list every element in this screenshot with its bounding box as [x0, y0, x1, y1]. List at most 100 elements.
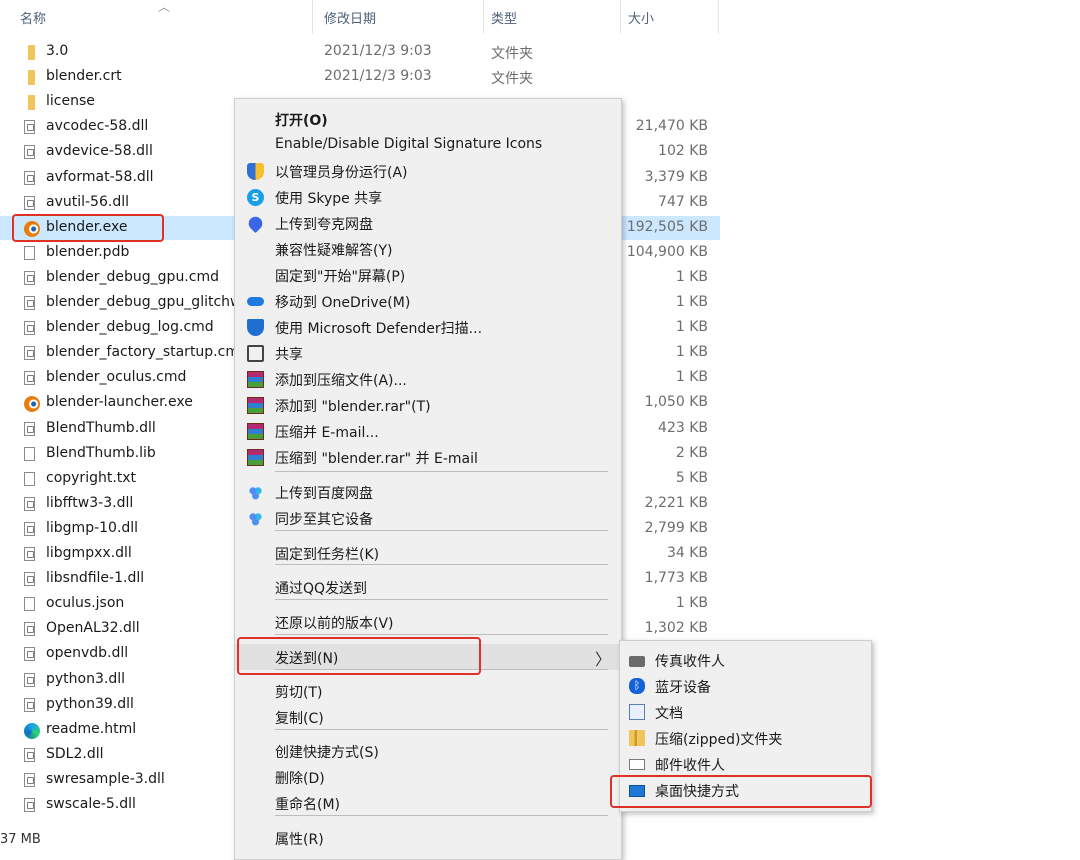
- send-to-item-0[interactable]: 传真收件人: [620, 647, 871, 673]
- uac-shield-icon: [247, 163, 264, 180]
- skype-icon: S: [247, 189, 264, 206]
- file-size: 102 KB: [658, 143, 708, 160]
- file-name: libfftw3-3.dll: [46, 494, 134, 511]
- menu-item-24[interactable]: 重命名(M): [235, 790, 621, 816]
- column-divider[interactable]: [718, 0, 719, 34]
- menu-item-label: 固定到任务栏(K): [275, 547, 380, 563]
- menu-item-25[interactable]: 属性(R): [235, 825, 621, 851]
- file-icon: [24, 446, 35, 461]
- file-size: 2,221 KB: [644, 494, 708, 511]
- menu-item-15[interactable]: 同步至其它设备: [235, 505, 621, 531]
- menu-item-11[interactable]: 添加到 "blender.rar"(T): [235, 392, 621, 418]
- cmd-file-icon: [24, 321, 35, 336]
- menu-item-label: 添加到 "blender.rar"(T): [275, 399, 431, 415]
- file-name: blender_factory_startup.cmc: [46, 344, 247, 361]
- menu-item-10[interactable]: 添加到压缩文件(A)...: [235, 366, 621, 392]
- menu-item-label: 创建快捷方式(S): [275, 745, 379, 761]
- menu-item-20[interactable]: 剪切(T): [235, 678, 621, 704]
- dll-file-icon: [24, 547, 35, 561]
- winrar-icon: [247, 423, 264, 440]
- dll-file-icon: [24, 647, 35, 662]
- dll-file-icon: [24, 622, 35, 637]
- column-header: 名称 ︿ 修改日期 类型 大小: [0, 0, 1080, 34]
- menu-item-label: 添加到压缩文件(A)...: [275, 373, 407, 389]
- menu-item-3[interactable]: S 使用 Skype 共享: [235, 184, 621, 210]
- menu-item-0[interactable]: 打开(O): [235, 106, 621, 132]
- file-size: 1 KB: [675, 319, 708, 336]
- file-date: 2021/12/3 9:03: [324, 68, 432, 85]
- file-type: 文件夹: [491, 46, 533, 62]
- file-size: 104,900 KB: [626, 243, 708, 260]
- file-icon: [24, 597, 35, 612]
- file-name: blender.exe: [46, 218, 128, 235]
- menu-item-label: 还原以前的版本(V): [275, 616, 394, 632]
- menu-item-label: 同步至其它设备: [275, 512, 373, 528]
- menu-item-4[interactable]: 上传到夸克网盘: [235, 210, 621, 236]
- menu-item-5[interactable]: 兼容性疑难解答(Y): [235, 236, 621, 262]
- column-divider[interactable]: [483, 0, 484, 34]
- menu-item-21[interactable]: 复制(C): [235, 704, 621, 730]
- file-size: 1 KB: [675, 595, 708, 612]
- send-to-label: 传真收件人: [655, 654, 725, 670]
- column-size[interactable]: 大小: [628, 8, 654, 28]
- menu-separator: [275, 599, 608, 600]
- folder-icon: [28, 95, 35, 111]
- menu-item-13[interactable]: 压缩到 "blender.rar" 并 E-mail: [235, 444, 621, 470]
- menu-item-17[interactable]: 通过QQ发送到: [235, 574, 621, 600]
- menu-separator: [275, 669, 608, 670]
- send-to-item-4[interactable]: 邮件收件人: [620, 751, 871, 777]
- menu-item-23[interactable]: 删除(D): [235, 764, 621, 790]
- column-name[interactable]: 名称: [20, 8, 46, 28]
- column-date[interactable]: 修改日期: [324, 8, 376, 28]
- menu-item-label: 使用 Skype 共享: [275, 191, 383, 207]
- quark-cloud-icon: [245, 213, 266, 234]
- file-size: 1,050 KB: [644, 394, 708, 411]
- menu-item-16[interactable]: 固定到任务栏(K): [235, 540, 621, 566]
- menu-item-label: 属性(R): [275, 832, 324, 848]
- column-divider[interactable]: [620, 0, 621, 34]
- menu-item-12[interactable]: 压缩并 E-mail...: [235, 418, 621, 444]
- menu-item-22[interactable]: 创建快捷方式(S): [235, 738, 621, 764]
- winrar-icon: [247, 449, 264, 466]
- menu-item-8[interactable]: 使用 Microsoft Defender扫描...: [235, 314, 621, 340]
- column-type[interactable]: 类型: [491, 8, 517, 28]
- file-size: 3,379 KB: [644, 168, 708, 185]
- menu-item-label: Enable/Disable Digital Signature Icons: [275, 136, 543, 152]
- menu-item-2[interactable]: 以管理员身份运行(A): [235, 158, 621, 184]
- send-to-item-3[interactable]: 压缩(zipped)文件夹: [620, 725, 871, 751]
- file-size: 21,470 KB: [635, 118, 708, 135]
- menu-item-14[interactable]: 上传到百度网盘: [235, 479, 621, 505]
- file-size: 423 KB: [658, 419, 708, 436]
- menu-item-6[interactable]: 固定到"开始"屏幕(P): [235, 262, 621, 288]
- file-name: oculus.json: [46, 595, 125, 612]
- menu-item-9[interactable]: 共享: [235, 340, 621, 366]
- file-size: 1 KB: [675, 294, 708, 310]
- send-to-item-1[interactable]: ᛒ 蓝牙设备: [620, 673, 871, 699]
- folder-icon: [28, 45, 35, 60]
- fax-icon: [629, 656, 645, 667]
- menu-separator: [275, 471, 608, 472]
- sort-up-icon: ︿: [158, 0, 171, 14]
- file-name: avdevice-58.dll: [46, 143, 153, 160]
- menu-item-18[interactable]: 还原以前的版本(V): [235, 609, 621, 635]
- file-row[interactable]: 3.0 2021/12/3 9:03 文件夹: [0, 40, 720, 64]
- send-to-item-5[interactable]: 桌面快捷方式: [620, 777, 871, 803]
- file-name: blender_oculus.cmd: [46, 369, 187, 386]
- file-name: blender.crt: [46, 68, 122, 85]
- column-divider[interactable]: [312, 0, 313, 34]
- menu-item-7[interactable]: 移动到 OneDrive(M): [235, 288, 621, 314]
- menu-item-19[interactable]: 发送到(N) 〉: [235, 644, 621, 670]
- menu-separator: [275, 634, 608, 635]
- menu-item-1[interactable]: Enable/Disable Digital Signature Icons: [235, 132, 621, 158]
- dll-file-icon: [24, 145, 35, 160]
- send-to-item-2[interactable]: 文档: [620, 699, 871, 725]
- file-icon: [24, 245, 35, 260]
- send-to-label: 邮件收件人: [655, 758, 725, 774]
- file-size: 192,505 KB: [626, 218, 708, 235]
- file-name: python3.dll: [46, 670, 125, 687]
- edge-icon: [24, 722, 40, 739]
- file-size: 1 KB: [675, 369, 708, 386]
- file-size: 1,773 KB: [644, 570, 708, 587]
- desktop-icon: [629, 785, 645, 797]
- file-row[interactable]: blender.crt 2021/12/3 9:03 文件夹: [0, 65, 720, 89]
